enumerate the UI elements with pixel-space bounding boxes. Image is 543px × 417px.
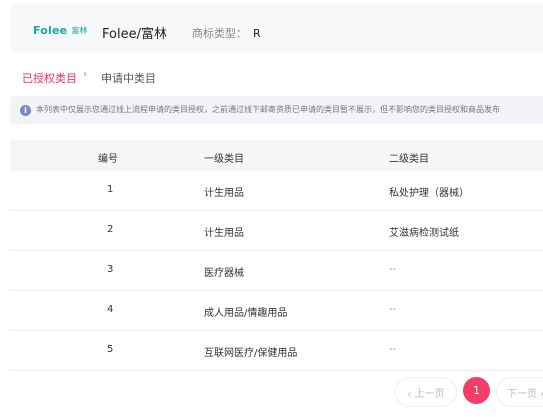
table-row: 5 互联网医疗/保健用品 -- [10, 331, 543, 371]
logo-word: Folee [33, 23, 68, 37]
column-header-category-2: 二级类目 [389, 154, 429, 165]
cell-category-1: 计生用品 [204, 228, 244, 239]
cell-category-1: 计生用品 [204, 188, 244, 199]
column-header-id: 编号 [98, 154, 118, 165]
current-page-button[interactable]: 1 [463, 377, 490, 404]
brand-logo: Folee 富林 [33, 23, 87, 37]
brand-name: Folee/富林 [102, 27, 167, 42]
table-row: 4 成人用品/情趣用品 -- [10, 291, 543, 331]
cell-id: 4 [107, 304, 114, 315]
cell-category-1: 成人用品/情趣用品 [204, 308, 288, 319]
tab-separator: › [83, 67, 88, 80]
brand-card: Folee 富林 Folee/富林 商标类型： R [10, 4, 543, 52]
cell-category-2: -- [389, 344, 397, 355]
notice-bar: i 本列表中仅展示您通过线上流程申请的类目授权，之前通过线下邮寄资质已申请的类目… [10, 96, 543, 124]
logo-cn: 富林 [71, 25, 88, 35]
cell-id: 2 [107, 224, 114, 235]
trademark-value: R [253, 27, 261, 40]
cell-id: 3 [107, 264, 114, 275]
trademark-type: 商标类型： R [192, 25, 261, 41]
cell-category-1: 互联网医疗/保健用品 [204, 348, 298, 359]
prev-page-button[interactable]: ‹ 上一页 [395, 377, 457, 407]
cell-id: 5 [107, 344, 114, 355]
table-row: 2 计生用品 艾滋病检测试纸 [10, 211, 543, 251]
cell-category-2: -- [389, 264, 397, 275]
table-row: 3 医疗器械 -- [10, 251, 543, 291]
cell-category-2: 艾滋病检测试纸 [389, 228, 459, 239]
next-page-button[interactable]: 下一页 › [496, 377, 543, 407]
notice-text: 本列表中仅展示您通过线上流程申请的类目授权，之前通过线下邮寄资质已申请的类目暂不… [36, 105, 500, 114]
cell-id: 1 [107, 184, 114, 195]
cell-category-1: 医疗器械 [204, 268, 244, 279]
cell-category-2: 私处护理（器械） [389, 188, 469, 199]
column-header-category-1: 一级类目 [204, 154, 244, 165]
tab-applying[interactable]: 申请中类目 [101, 70, 156, 86]
cell-category-2: -- [389, 304, 397, 315]
table-header: 编号 一级类目 二级类目 [10, 140, 543, 171]
trademark-label: 商标类型： [192, 27, 247, 40]
table-row: 1 计生用品 私处护理（器械） [10, 171, 543, 211]
info-icon: i [20, 105, 31, 116]
tab-authorized[interactable]: 已授权类目 [22, 70, 77, 86]
